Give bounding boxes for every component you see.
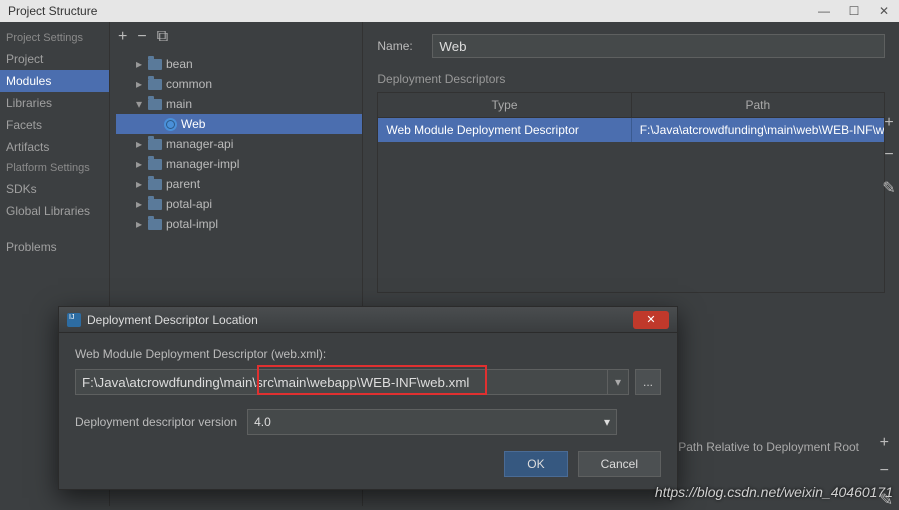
folder-icon (148, 79, 162, 90)
dialog-title: Deployment Descriptor Location (87, 313, 258, 327)
folder-icon (148, 159, 162, 170)
version-label: Deployment descriptor version (75, 415, 237, 429)
folder-icon (148, 219, 162, 230)
tree-node-common[interactable]: common (116, 74, 362, 94)
add-descriptor-icon[interactable]: + (884, 114, 893, 132)
deployment-descriptor-dialog: Deployment Descriptor Location ✕ Web Mod… (58, 306, 678, 490)
web-icon (164, 118, 177, 131)
descriptor-path-input[interactable] (75, 369, 607, 395)
remove-resource-icon[interactable]: − (880, 462, 893, 480)
version-select[interactable]: 4.0 ▾ (247, 409, 617, 435)
copy-icon[interactable]: ⧉ (157, 28, 168, 46)
sidebar-heading-platform: Platform Settings (0, 158, 109, 178)
browse-button[interactable]: ... (635, 369, 661, 395)
ok-button[interactable]: OK (504, 451, 567, 477)
window-titlebar: Project Structure — ☐ ✕ (0, 0, 899, 22)
module-tree: bean common main Web manager-api manager… (110, 52, 362, 234)
sidebar-item-facets[interactable]: Facets (0, 114, 109, 136)
folder-icon (148, 59, 162, 70)
col-type[interactable]: Type (378, 93, 631, 117)
table-row[interactable]: Web Module Deployment Descriptor F:\Java… (378, 118, 884, 142)
edit-descriptor-icon[interactable]: ✎ (882, 178, 895, 198)
window-title: Project Structure (8, 4, 97, 18)
path-label: Web Module Deployment Descriptor (web.xm… (75, 347, 661, 361)
sidebar-item-sdks[interactable]: SDKs (0, 178, 109, 200)
chevron-down-icon: ▾ (604, 415, 610, 429)
sidebar-item-libraries[interactable]: Libraries (0, 92, 109, 114)
sidebar-item-artifacts[interactable]: Artifacts (0, 136, 109, 158)
path-dropdown-button[interactable]: ▾ (607, 369, 629, 395)
dialog-titlebar[interactable]: Deployment Descriptor Location ✕ (59, 307, 677, 333)
tree-node-parent[interactable]: parent (116, 174, 362, 194)
watermark: https://blog.csdn.net/weixin_40460171 (655, 484, 893, 500)
tree-node-web[interactable]: Web (116, 114, 362, 134)
remove-descriptor-icon[interactable]: − (884, 146, 893, 164)
tree-node-manager-impl[interactable]: manager-impl (116, 154, 362, 174)
tree-node-bean[interactable]: bean (116, 54, 362, 74)
sidebar-item-global-libraries[interactable]: Global Libraries (0, 200, 109, 222)
close-window-button[interactable]: ✕ (869, 0, 899, 22)
descriptors-table: Type Path Web Module Deployment Descript… (377, 92, 885, 293)
intellij-icon (67, 313, 81, 327)
tree-node-manager-api[interactable]: manager-api (116, 134, 362, 154)
deployment-descriptors-label: Deployment Descriptors (377, 72, 885, 86)
tree-node-potal-impl[interactable]: potal-impl (116, 214, 362, 234)
folder-icon (148, 139, 162, 150)
remove-icon[interactable]: − (137, 28, 146, 46)
add-icon[interactable]: + (118, 28, 127, 46)
cancel-button[interactable]: Cancel (578, 451, 661, 477)
add-resource-icon[interactable]: + (880, 434, 893, 452)
tree-node-potal-api[interactable]: potal-api (116, 194, 362, 214)
tree-node-main[interactable]: main (116, 94, 362, 114)
cell-path: F:\Java\atcrowdfunding\main\web\WEB-INF\… (632, 118, 884, 142)
folder-icon (148, 179, 162, 190)
facet-name-input[interactable] (432, 34, 885, 58)
minimize-button[interactable]: — (809, 0, 839, 22)
sidebar-heading-project: Project Settings (0, 28, 109, 48)
path-relative-label: Path Relative to Deployment Root (678, 440, 859, 454)
dialog-close-button[interactable]: ✕ (633, 311, 669, 329)
folder-icon (148, 199, 162, 210)
sidebar-item-modules[interactable]: Modules (0, 70, 109, 92)
sidebar-item-problems[interactable]: Problems (0, 236, 109, 258)
col-path[interactable]: Path (632, 93, 884, 117)
maximize-button[interactable]: ☐ (839, 0, 869, 22)
cell-type: Web Module Deployment Descriptor (378, 118, 631, 142)
sidebar-item-project[interactable]: Project (0, 48, 109, 70)
folder-icon (148, 99, 162, 110)
name-label: Name: (377, 39, 432, 53)
